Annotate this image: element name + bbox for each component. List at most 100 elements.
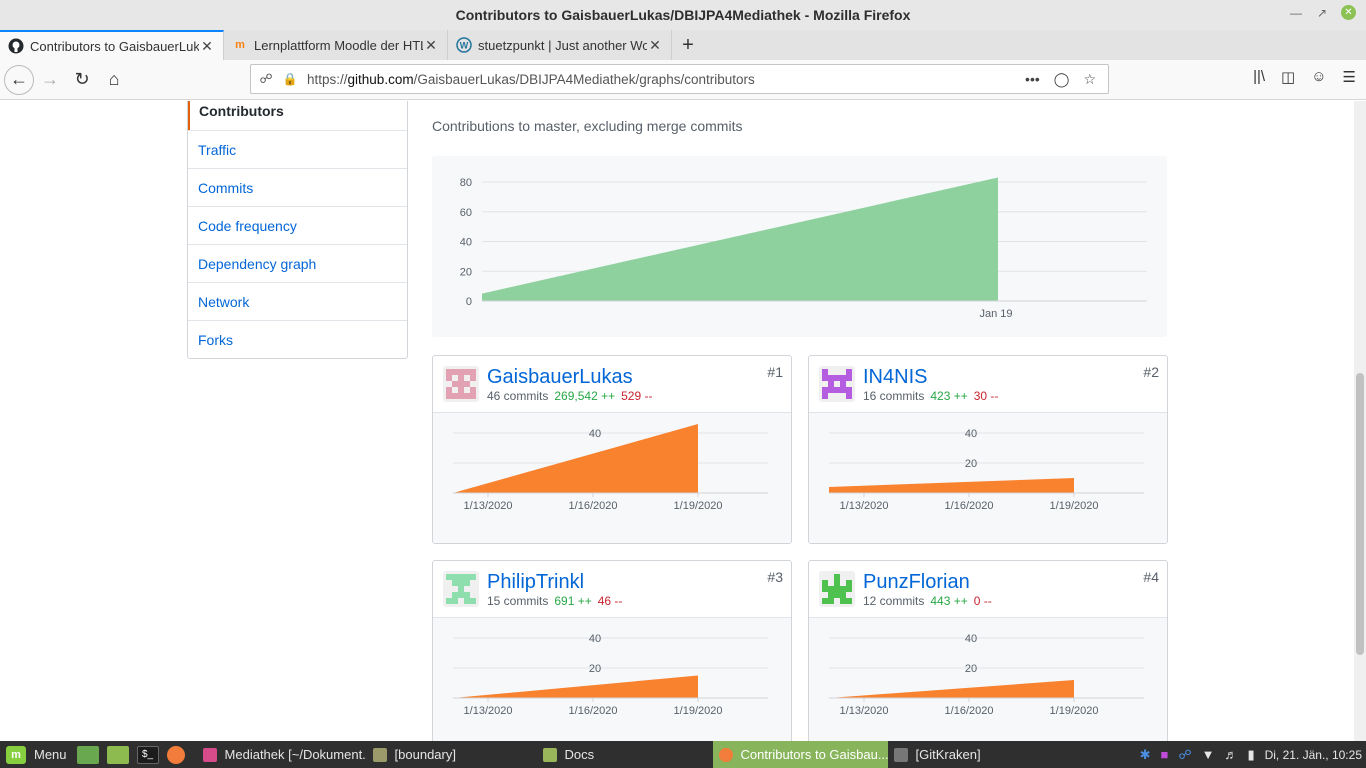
new-tab-icon[interactable]: +	[672, 30, 704, 60]
battery-icon[interactable]: ▮	[1247, 747, 1254, 763]
avatar-pixel	[458, 592, 464, 598]
show-desktop-icon[interactable]	[76, 745, 99, 764]
scrollbar-thumb[interactable]	[1356, 373, 1364, 655]
avatar-pixel	[846, 586, 852, 592]
bookmark-star-icon[interactable]: ☆	[1083, 71, 1096, 88]
sidenav-item-dependency-graph[interactable]: Dependency graph	[188, 244, 407, 282]
contributor-rank: #3	[767, 569, 783, 585]
url-bar[interactable]: ☍ 🔒 https://github.com/GaisbauerLukas/DB…	[250, 64, 1109, 94]
hamburger-menu-icon[interactable]: ☰	[1343, 68, 1356, 86]
contributor-rank: #4	[1143, 569, 1159, 585]
avatar-pixel	[834, 592, 840, 598]
account-icon[interactable]: ☺	[1311, 68, 1326, 86]
commit-count[interactable]: 16 commits	[863, 389, 924, 403]
avatar-pixel	[464, 574, 470, 580]
commit-count[interactable]: 15 commits	[487, 594, 548, 608]
y-tick-label: 40	[965, 633, 977, 645]
reload-button[interactable]: ↻	[66, 64, 98, 96]
task-mediathek[interactable]: Mediathek [~/Dokument...	[197, 741, 367, 768]
shield-icon[interactable]: ☍	[1178, 747, 1191, 763]
y-tick-label: 40	[589, 428, 601, 440]
lock-icon[interactable]: 🔒	[281, 72, 299, 86]
url-text[interactable]: https://github.com/GaisbauerLukas/DBIJPA…	[299, 72, 1025, 87]
tab-moodle[interactable]: m Lernplattform Moodle der HTL Leonding …	[224, 30, 448, 60]
y-tick-label: 20	[460, 266, 472, 278]
tab-wordpress[interactable]: W stuetzpunkt | Just another WordPress s…	[448, 30, 672, 60]
avatar-pixel	[452, 598, 458, 604]
avatar-pixel	[822, 580, 828, 586]
library-icon[interactable]: ||\	[1253, 68, 1265, 86]
commits-area	[453, 424, 698, 493]
avatar-pixel	[464, 580, 470, 586]
volume-icon[interactable]: ♬	[1224, 747, 1237, 762]
terminal-icon[interactable]: $_	[136, 745, 159, 764]
avatar-pixel	[470, 387, 476, 393]
sidenav-item-contributors[interactable]: Contributors	[188, 101, 407, 130]
moodle-icon: m	[235, 39, 245, 51]
task-gitkraken[interactable]: [GitKraken]	[888, 741, 1008, 768]
avatar-pixel	[846, 393, 852, 399]
avatar-pixel	[452, 369, 458, 375]
back-button[interactable]: ←	[4, 64, 34, 95]
sidenav-item-code-frequency[interactable]: Code frequency	[188, 206, 407, 244]
avatar-pixel	[828, 381, 834, 387]
commit-count[interactable]: 12 commits	[863, 594, 924, 608]
avatar-pixel	[458, 369, 464, 375]
contributor-name[interactable]: GaisbauerLukas	[487, 366, 633, 389]
sidenav-item-forks[interactable]: Forks	[188, 320, 407, 358]
avatar-pixel	[470, 574, 476, 580]
avatar-pixel	[822, 598, 828, 604]
task-docs[interactable]: Docs	[537, 741, 713, 768]
avatar-pixel	[458, 586, 464, 592]
tab-contributors[interactable]: Contributors to GaisbauerLukas/DBIJPA4Me…	[0, 30, 224, 60]
avatar-pixel	[470, 598, 476, 604]
minimize-icon[interactable]: —	[1289, 6, 1303, 20]
avatar[interactable]	[443, 571, 479, 607]
y-tick-label: 40	[460, 237, 472, 249]
page-scrollbar[interactable]	[1354, 101, 1366, 741]
x-tick-label: 1/19/2020	[674, 705, 723, 717]
avatar-pixel	[446, 574, 452, 580]
tab-close-icon[interactable]: ✕	[647, 37, 663, 54]
sidenav-item-network[interactable]: Network	[188, 282, 407, 320]
sidebar-icon[interactable]: ◫	[1281, 68, 1295, 86]
close-window-icon[interactable]: ✕	[1341, 5, 1356, 20]
contributor-stats: 16 commits 423 ++ 30 --	[863, 389, 998, 403]
sidenav-item-commits[interactable]: Commits	[188, 168, 407, 206]
contributor-card: IN4NIS 16 commits 423 ++ 30 -- #2 20 40 1/13…	[808, 355, 1168, 544]
clock[interactable]: Di, 21. Jän., 10:25	[1265, 748, 1362, 762]
sidenav-item-traffic[interactable]: Traffic	[188, 130, 407, 168]
contributor-name[interactable]: IN4NIS	[863, 366, 927, 389]
commit-count[interactable]: 46 commits	[487, 389, 548, 403]
x-tick-label: 1/19/2020	[1050, 705, 1099, 717]
page-actions-icon[interactable]: •••	[1025, 71, 1040, 88]
avatar[interactable]	[819, 571, 855, 607]
firefox-launcher-icon[interactable]	[166, 745, 185, 764]
forward-button[interactable]: →	[34, 64, 66, 96]
contributor-name[interactable]: PhilipTrinkl	[487, 571, 584, 594]
pocket-icon[interactable]: ◯	[1054, 71, 1070, 88]
avatar[interactable]	[443, 366, 479, 402]
home-button[interactable]: ⌂	[98, 64, 130, 96]
bluetooth-icon[interactable]: ✱	[1140, 747, 1151, 763]
avatar-pixel	[452, 580, 458, 586]
contributor-name[interactable]: PunzFlorian	[863, 571, 970, 594]
tab-close-icon[interactable]: ✕	[199, 38, 215, 55]
phpstorm-icon[interactable]: ■	[1161, 747, 1169, 762]
file-manager-icon[interactable]	[106, 745, 129, 764]
network-icon[interactable]: ▼	[1202, 747, 1215, 762]
avatar[interactable]	[819, 366, 855, 402]
window-titlebar: Contributors to GaisbauerLukas/DBIJPA4Me…	[0, 0, 1366, 30]
task-boundary[interactable]: [boundary]	[367, 741, 537, 768]
start-menu-button[interactable]: m Menu	[0, 741, 73, 768]
avatar-pixel	[840, 387, 846, 393]
svg-text:W: W	[460, 41, 469, 51]
contributions-chart[interactable]: 0 20 40 60 80 Jan 19	[432, 156, 1167, 337]
avatar-pixel	[834, 574, 840, 580]
tab-close-icon[interactable]: ✕	[423, 37, 439, 54]
avatar-pixel	[822, 387, 828, 393]
tracking-protection-icon[interactable]: ☍	[251, 71, 281, 87]
maximize-icon[interactable]: ↗	[1315, 6, 1329, 20]
x-tick-label: 1/16/2020	[945, 500, 994, 512]
task-firefox-contributors[interactable]: Contributors to Gaisbau...	[712, 741, 888, 768]
